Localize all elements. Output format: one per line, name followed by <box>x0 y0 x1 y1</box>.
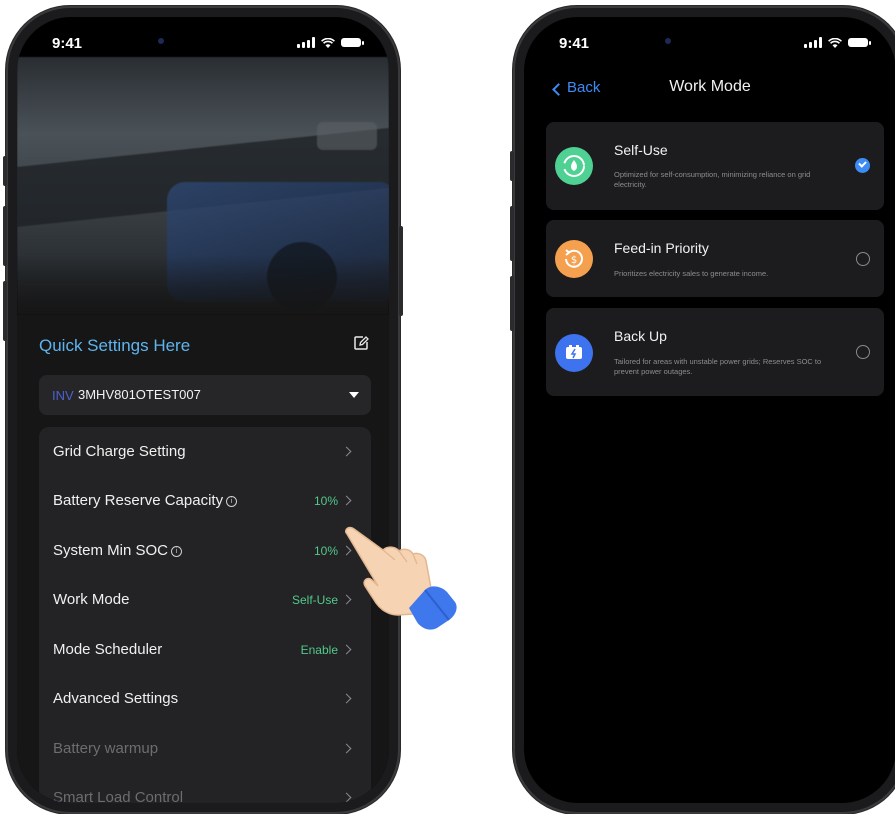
setting-row-work-mode[interactable]: Work Mode Self-Use <box>39 575 371 624</box>
setting-row-battery-warmup[interactable]: Battery warmup <box>39 724 371 773</box>
chevron-right-icon <box>341 446 352 457</box>
setting-row-advanced[interactable]: Advanced Settings <box>39 674 371 723</box>
battery-plug-icon <box>555 334 593 372</box>
volume-up-button <box>510 206 514 261</box>
radio-selected[interactable] <box>855 158 870 173</box>
caret-down-icon <box>349 392 359 398</box>
mode-title: Feed-in Priority <box>614 240 709 256</box>
info-icon[interactable]: i <box>226 496 238 507</box>
volume-down-button <box>3 281 7 341</box>
chevron-right-icon <box>341 495 352 506</box>
battery-icon <box>848 38 871 47</box>
radio-unselected[interactable] <box>856 345 870 359</box>
setting-value: 10% <box>313 544 338 558</box>
right-phone: 9:41 Back Work Mode Self-Use Optimized f… <box>510 6 895 814</box>
mode-title: Back Up <box>614 328 667 344</box>
setting-label: Battery warmup <box>53 740 159 757</box>
nav-bar: Back Work Mode <box>524 75 895 105</box>
chevron-right-icon <box>341 792 352 803</box>
setting-label: Battery Reserve Capacity i <box>53 492 238 509</box>
setting-label: Grid Charge Setting <box>53 443 186 460</box>
mode-description: Tailored for areas with unstable power g… <box>614 357 822 376</box>
battery-icon <box>341 38 364 47</box>
edit-icon[interactable] <box>353 335 369 351</box>
status-icons <box>804 37 871 48</box>
leaf-cycle-icon <box>555 147 593 185</box>
setting-row-battery-reserve[interactable]: Battery Reserve Capacity i 10% <box>39 476 371 525</box>
inverter-select[interactable]: INV 3MHV801OTEST007 <box>39 375 371 415</box>
status-time: 9:41 <box>559 35 590 52</box>
status-icons <box>297 37 364 48</box>
setting-row-mode-scheduler[interactable]: Mode Scheduler Enable <box>39 625 371 674</box>
volume-down-button <box>510 276 514 331</box>
radio-unselected[interactable] <box>856 252 870 266</box>
status-bar: 9:41 <box>17 17 389 65</box>
setting-label: Advanced Settings <box>53 690 179 707</box>
status-time: 9:41 <box>52 35 83 52</box>
setting-value: Self-Use <box>291 593 338 607</box>
setting-label: Smart Load Control <box>53 789 184 803</box>
setting-row-grid-charge[interactable]: Grid Charge Setting <box>39 427 371 476</box>
chevron-right-icon <box>341 644 352 655</box>
camera-dot <box>158 38 164 44</box>
setting-label: Work Mode <box>53 591 130 608</box>
page-title: Work Mode <box>669 78 751 95</box>
inverter-prefix: INV <box>52 388 74 403</box>
setting-value: Enable <box>300 643 338 657</box>
mute-switch <box>510 151 514 181</box>
quick-settings-title: Quick Settings Here <box>39 336 191 355</box>
inverter-id: 3MHV801OTEST007 <box>78 387 201 402</box>
setting-label: System Min SOC i <box>53 542 183 559</box>
signal-icon <box>804 37 822 48</box>
left-screen: 9:41 Quick Settings Here INV 3MHV801OTES… <box>17 17 389 803</box>
status-bar: 9:41 <box>524 17 895 65</box>
signal-icon <box>297 37 315 48</box>
left-phone: 9:41 Quick Settings Here INV 3MHV801OTES… <box>3 6 403 814</box>
power-button <box>399 226 403 316</box>
info-icon[interactable]: i <box>171 546 183 557</box>
right-screen: 9:41 Back Work Mode Self-Use Optimized f… <box>524 17 895 803</box>
mode-description: Optimized for self-consumption, minimizi… <box>614 170 811 189</box>
hero-image <box>17 57 389 315</box>
mode-description: Prioritizes electricity sales to generat… <box>614 269 769 278</box>
mode-card-self-use[interactable]: Self-Use Optimized for self-consumption,… <box>546 122 884 210</box>
wifi-icon <box>321 37 335 48</box>
volume-up-button <box>3 206 7 266</box>
settings-list: Grid Charge Setting Battery Reserve Capa… <box>39 427 371 803</box>
dollar-cycle-icon: $ <box>555 240 593 278</box>
mode-title: Self-Use <box>614 142 668 158</box>
wifi-icon <box>828 37 842 48</box>
chevron-right-icon <box>341 743 352 754</box>
camera-dot <box>665 38 671 44</box>
svg-text:$: $ <box>571 255 577 266</box>
chevron-right-icon <box>341 693 352 704</box>
setting-label: Mode Scheduler <box>53 641 163 658</box>
setting-value: 10% <box>313 494 338 508</box>
mode-card-back-up[interactable]: Back Up Tailored for areas with unstable… <box>546 308 884 396</box>
mode-card-feed-in[interactable]: $ Feed-in Priority Prioritizes electrici… <box>546 220 884 297</box>
mute-switch <box>3 156 7 186</box>
setting-row-system-min-soc[interactable]: System Min SOC i 10% <box>39 526 371 575</box>
pointing-hand-icon <box>344 526 457 630</box>
setting-row-smart-load[interactable]: Smart Load Control <box>39 773 371 803</box>
quick-settings-panel: Quick Settings Here INV 3MHV801OTEST007 … <box>17 315 389 803</box>
